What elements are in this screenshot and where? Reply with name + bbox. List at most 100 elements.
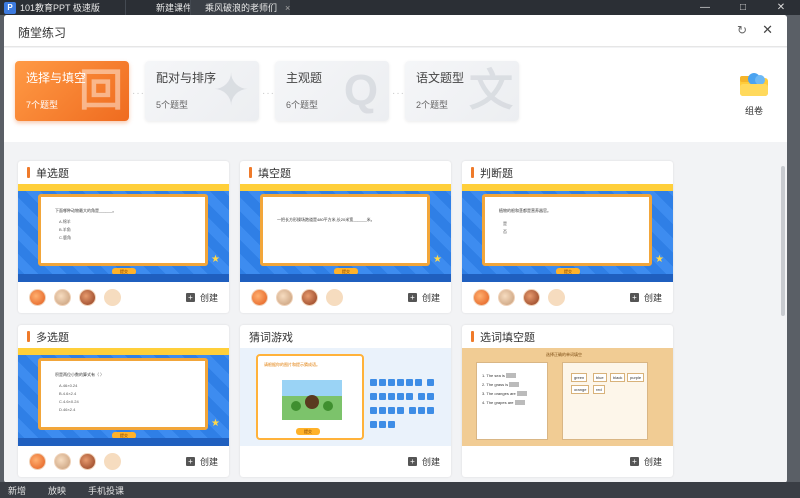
separator-dots: ··· bbox=[262, 88, 275, 99]
star-icon: ★ bbox=[433, 254, 442, 265]
slide-question: 积是两位小数的算式有（ ） bbox=[55, 372, 105, 377]
category-strip: 回 选择与填空 7个题型 ··· ✦ 配对与排序 5个题型 ··· Q 主观题 … bbox=[4, 48, 787, 142]
category-choice-fill[interactable]: 回 选择与填空 7个题型 bbox=[15, 61, 129, 121]
avatar bbox=[54, 289, 71, 306]
card-title: 单选题 bbox=[36, 167, 69, 180]
card-thumbnail: 下面哪种动物最大的角是______。 A.绵羊 B.羊角 C.鹿角 提交 ★ bbox=[18, 184, 229, 282]
plus-icon: + bbox=[629, 293, 639, 302]
slide-option: D.46×2.4 bbox=[59, 407, 76, 412]
tab-new-courseware[interactable]: 新建课件 bbox=[125, 0, 193, 15]
slide-option: C.鹿角 bbox=[59, 235, 71, 240]
minimize-button[interactable]: — bbox=[686, 0, 724, 15]
bottom-item-play[interactable]: 放映 bbox=[48, 484, 66, 497]
tab-label: 新建课件 bbox=[156, 3, 193, 13]
category-match-sort[interactable]: ✦ 配对与排序 5个题型 bbox=[145, 61, 259, 121]
card-title: 判断题 bbox=[480, 167, 513, 180]
practice-dialog: 随堂练习 ↻ ✕ 回 选择与填空 7个题型 ··· ✦ 配对与排序 5个题型 ·… bbox=[4, 15, 787, 483]
card-true-false[interactable]: 判断题 植物的根和茎都是营养器官。 是 否 提交 ★ + 创建 bbox=[462, 161, 673, 313]
bottom-item-mobile[interactable]: 手机投课 bbox=[88, 484, 124, 497]
plus-icon: + bbox=[407, 293, 417, 302]
create-button[interactable]: + 创建 bbox=[185, 455, 218, 468]
avatar bbox=[79, 289, 96, 306]
slide-question: 一把长方形操场跑道是480平方米,长20米宽______米。 bbox=[277, 217, 375, 222]
card-thumbnail: 请根据你的图片和提示猜成语。 提交 bbox=[240, 348, 451, 446]
slide-question: 请根据你的图片和提示猜成语。 bbox=[264, 362, 320, 367]
category-name: 选择与填空 bbox=[26, 71, 87, 85]
separator-dots: ··· bbox=[392, 88, 405, 99]
avatar bbox=[104, 453, 121, 470]
avatar bbox=[251, 289, 268, 306]
plus-icon: + bbox=[185, 293, 195, 302]
avatar bbox=[326, 289, 343, 306]
create-button[interactable]: + 创建 bbox=[629, 291, 662, 304]
tab-courseware-2[interactable]: 乘风破浪的老师们 × bbox=[190, 0, 290, 15]
card-word-guess[interactable]: 猜词游戏 请根据你的图片和提示猜成语。 提交 + 创建 bbox=[240, 325, 451, 477]
slide-option: A.绵羊 bbox=[59, 219, 71, 224]
folder-cloud-icon bbox=[738, 70, 770, 98]
compose-label: 组卷 bbox=[744, 106, 763, 116]
tab-label: 乘风破浪的老师们 bbox=[205, 3, 278, 13]
card-choose-fill[interactable]: 选词填空题 选择正确的单词填空 1. The sea is 2. The gra… bbox=[462, 325, 673, 477]
fill-line: 2. The grass is bbox=[482, 382, 509, 387]
bottom-item-new[interactable]: 新增 bbox=[8, 484, 26, 497]
category-chinese[interactable]: 文 语文题型 2个题型 bbox=[405, 61, 519, 121]
maximize-button[interactable]: □ bbox=[724, 0, 762, 15]
scrollbar[interactable] bbox=[781, 166, 785, 316]
plus-icon: + bbox=[629, 457, 639, 466]
card-thumbnail: 植物的根和茎都是营养器官。 是 否 提交 ★ bbox=[462, 184, 673, 282]
category-deco-icon: Q bbox=[343, 66, 379, 115]
dialog-title: 随堂练习 bbox=[18, 26, 67, 40]
card-title: 多选题 bbox=[36, 331, 69, 344]
slide-option: 否 bbox=[503, 229, 507, 234]
word-chip: blue bbox=[593, 373, 607, 382]
fill-line: 4. The grapes are bbox=[482, 400, 514, 405]
category-name: 主观题 bbox=[286, 71, 323, 85]
create-button[interactable]: + 创建 bbox=[407, 291, 440, 304]
word-chip: green bbox=[571, 373, 588, 382]
create-button[interactable]: + 创建 bbox=[407, 455, 440, 468]
category-count: 7个题型 bbox=[26, 100, 59, 110]
avatar bbox=[473, 289, 490, 306]
plus-icon: + bbox=[407, 457, 417, 466]
close-icon[interactable]: ✕ bbox=[762, 22, 773, 38]
slide-option: B.羊角 bbox=[59, 227, 71, 232]
avatar bbox=[29, 289, 46, 306]
category-count: 6个题型 bbox=[286, 100, 319, 110]
star-icon: ★ bbox=[211, 254, 220, 265]
slide-option: A.46×0.24 bbox=[59, 383, 78, 388]
host-app-title-bar: P 101教育PPT 极速版 新建课件 乘风破浪的老师们 × — □ ✕ bbox=[0, 0, 800, 15]
dialog-header: 随堂练习 ↻ ✕ bbox=[4, 15, 787, 47]
refresh-icon[interactable]: ↻ bbox=[737, 23, 747, 37]
category-deco-icon: 文 bbox=[469, 66, 513, 115]
avatar bbox=[523, 289, 540, 306]
star-icon: ★ bbox=[655, 254, 664, 265]
template-grid: 单选题 下面哪种动物最大的角是______。 A.绵羊 B.羊角 C.鹿角 提交… bbox=[4, 152, 787, 483]
card-title: 选词填空题 bbox=[480, 331, 535, 344]
category-count: 2个题型 bbox=[416, 100, 449, 110]
word-chip: black bbox=[610, 373, 626, 382]
card-multiple-choice[interactable]: 多选题 积是两位小数的算式有（ ） A.46×0.24 B.4.6×2.4 C.… bbox=[18, 325, 229, 477]
slide-question: 下面哪种动物最大的角是______。 bbox=[55, 208, 117, 213]
avatar bbox=[29, 453, 46, 470]
plus-icon: + bbox=[185, 457, 195, 466]
slide-question: 植物的根和茎都是营养器官。 bbox=[499, 208, 551, 213]
close-icon[interactable]: × bbox=[285, 3, 290, 13]
app-logo-icon: P bbox=[4, 1, 16, 14]
avatar bbox=[104, 289, 121, 306]
category-subjective[interactable]: Q 主观题 6个题型 bbox=[275, 61, 389, 121]
compose-button[interactable]: 组卷 bbox=[736, 70, 772, 117]
card-fill-blank[interactable]: 填空题 一把长方形操场跑道是480平方米,长20米宽______米。 提交 ★ … bbox=[240, 161, 451, 313]
word-chip: orange bbox=[571, 385, 590, 394]
create-button[interactable]: + 创建 bbox=[185, 291, 218, 304]
slide-option: C.4.6×0.24 bbox=[59, 399, 79, 404]
slide-question: 选择正确的单词填空 bbox=[546, 352, 582, 357]
word-chip: red bbox=[593, 385, 605, 394]
avatar bbox=[548, 289, 565, 306]
window-close-button[interactable]: ✕ bbox=[762, 0, 800, 15]
avatar bbox=[54, 453, 71, 470]
create-button[interactable]: + 创建 bbox=[629, 455, 662, 468]
card-single-choice[interactable]: 单选题 下面哪种动物最大的角是______。 A.绵羊 B.羊角 C.鹿角 提交… bbox=[18, 161, 229, 313]
letter-tiles bbox=[370, 378, 444, 434]
app-title: 101教育PPT 极速版 bbox=[20, 3, 100, 13]
avatar bbox=[498, 289, 515, 306]
